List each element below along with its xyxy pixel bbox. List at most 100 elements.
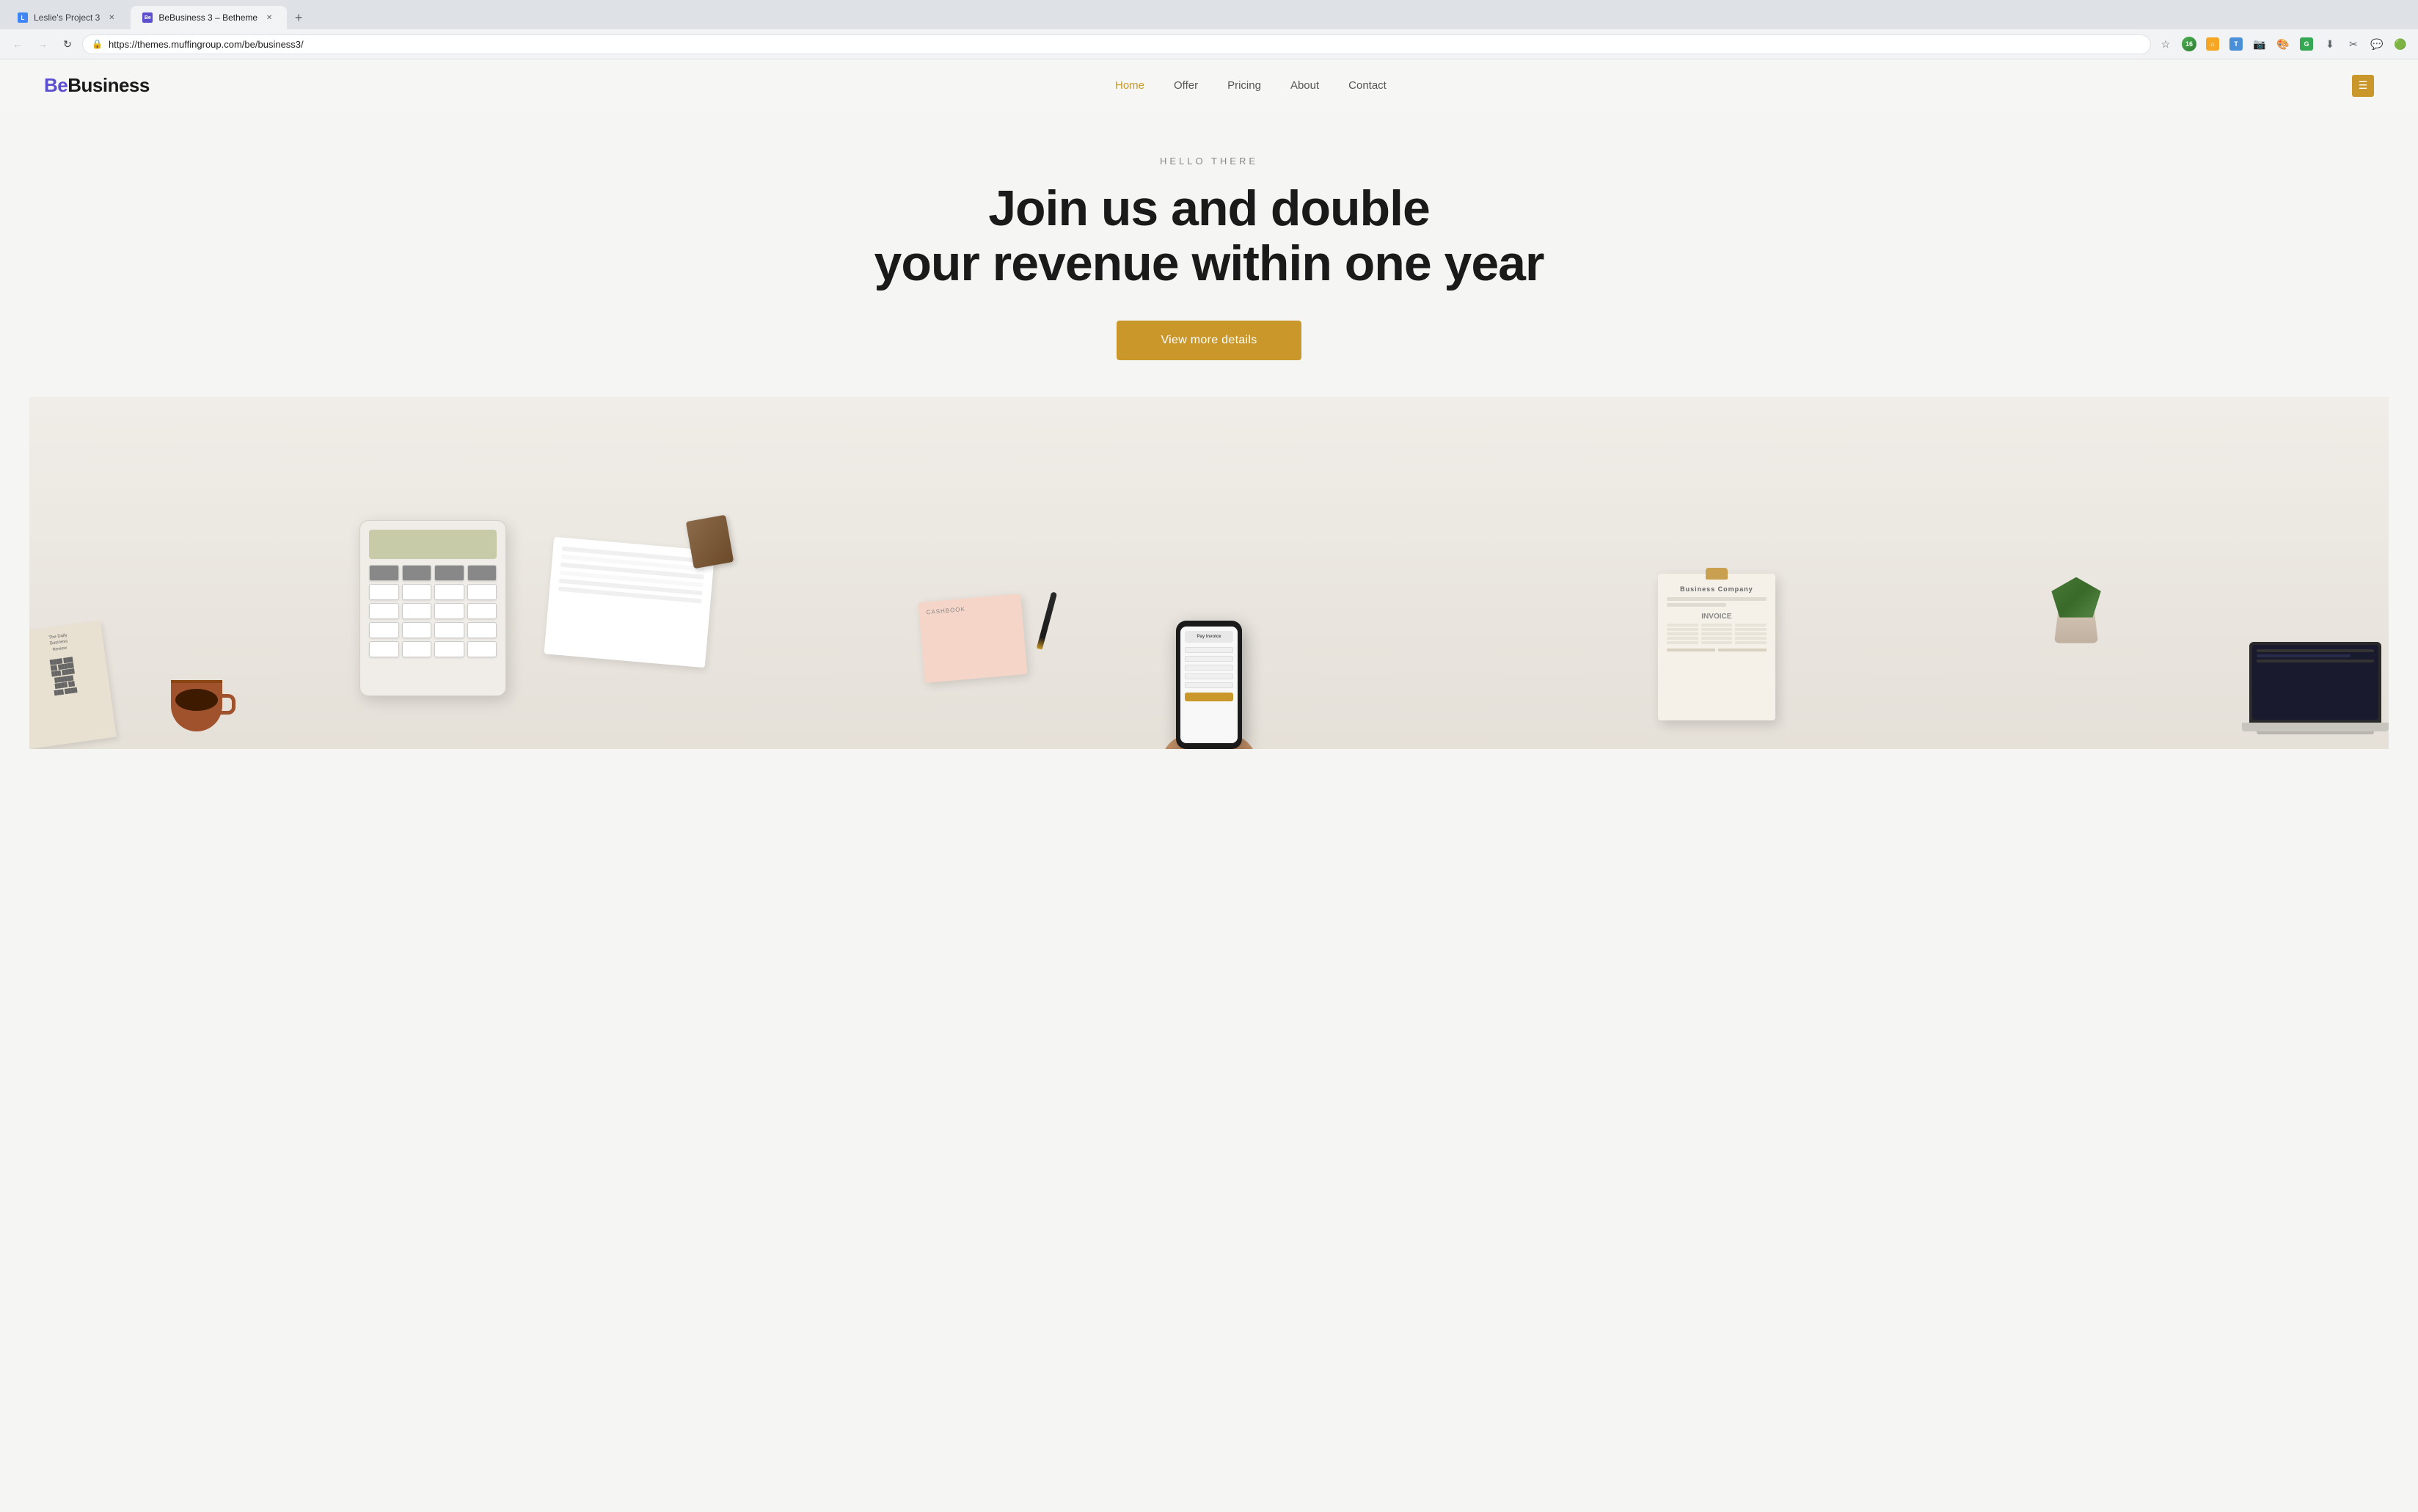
- logo-suffix: Business: [67, 74, 150, 96]
- invoice-row: [1667, 628, 1767, 631]
- invoice-title: Business Company: [1667, 585, 1767, 593]
- extension-icon-4[interactable]: 💬: [2367, 34, 2387, 54]
- plant: [2047, 577, 2105, 643]
- invoice-cell: [1667, 632, 1698, 635]
- phone-form-row: [1185, 647, 1233, 653]
- calc-btn: [402, 584, 432, 600]
- calc-btn: [434, 622, 464, 638]
- tab-2-close[interactable]: ✕: [263, 12, 275, 23]
- invoice-clipboard: Business Company INVOICE: [1658, 574, 1775, 720]
- profile-icon[interactable]: 16: [2179, 34, 2199, 54]
- nav-item-pricing[interactable]: Pricing: [1227, 79, 1261, 92]
- invoice-cell: [1667, 624, 1698, 627]
- tab-1-favicon: L: [18, 12, 28, 23]
- nav-item-home[interactable]: Home: [1115, 79, 1144, 92]
- phone-form-row: [1185, 656, 1233, 662]
- tab-1[interactable]: L Leslie's Project 3 ✕: [6, 6, 129, 29]
- clipboard-clip: [1706, 568, 1728, 580]
- laptop-line: [2257, 654, 2351, 657]
- toolbar-actions: ☆ 16 ⌂ T 📷 🎨 G ⬇ ✂ 💬 🟢: [2155, 34, 2411, 54]
- extension-icon-1[interactable]: ⌂: [2202, 34, 2223, 54]
- logo-prefix: Be: [44, 74, 67, 96]
- wood-block: [686, 515, 734, 569]
- extension-icon-puzzle[interactable]: G: [2296, 34, 2317, 54]
- calc-btn: [434, 584, 464, 600]
- cashbook-body: CASHBOOK: [918, 594, 1028, 683]
- download-icon[interactable]: ⬇: [2320, 34, 2340, 54]
- hero-image: The DailyBusinessReview ████ ███ ██ ████…: [29, 397, 2389, 749]
- tab-1-label: Leslie's Project 3: [34, 12, 100, 23]
- newspaper: The DailyBusinessReview ████ ███ ██ ████…: [29, 620, 117, 748]
- extension-icon-camera[interactable]: 📷: [2249, 34, 2270, 54]
- hero-cta-button[interactable]: View more details: [1117, 321, 1301, 360]
- invoice-line: [1667, 603, 1727, 607]
- bookmark-star-icon[interactable]: ☆: [2155, 34, 2176, 54]
- invoice-cell: [1667, 641, 1698, 644]
- tab-2-favicon: Be: [142, 12, 153, 23]
- calculator-buttons: [369, 565, 497, 657]
- website-content: BeBusiness Home Offer Pricing About Cont…: [0, 59, 2418, 1512]
- tab-2-label: BeBusiness 3 – Betheme: [158, 12, 257, 23]
- calc-btn: [467, 641, 497, 657]
- tab-2[interactable]: Be BeBusiness 3 – Betheme ✕: [131, 6, 287, 29]
- calc-btn: [369, 603, 399, 619]
- invoice-cell: [1735, 628, 1767, 631]
- extension-icon-2[interactable]: T: [2226, 34, 2246, 54]
- calculator-screen: [369, 530, 497, 559]
- tab-1-close[interactable]: ✕: [106, 12, 117, 23]
- calc-btn: [467, 565, 497, 581]
- coffee-cup-body: [171, 680, 222, 731]
- laptop-line: [2257, 649, 2374, 652]
- papers: [544, 536, 715, 668]
- hero-title-line2: your revenue within one year: [874, 235, 1544, 291]
- invoice-cell: [1735, 637, 1767, 640]
- coffee-cup: [171, 680, 222, 731]
- hero-section: HELLO THERE Join us and double your reve…: [0, 112, 2418, 749]
- laptop-content: [2252, 645, 2378, 669]
- calc-btn: [369, 641, 399, 657]
- calc-btn: [369, 584, 399, 600]
- back-button[interactable]: ←: [7, 34, 28, 54]
- invoice-cell: [1701, 624, 1733, 627]
- invoice-cell: [1735, 641, 1767, 644]
- hero-title: Join us and double your revenue within o…: [29, 181, 2389, 291]
- forward-button[interactable]: →: [32, 34, 53, 54]
- cashbook-label: CASHBOOK: [927, 605, 966, 616]
- invoice-cell: [1701, 637, 1733, 640]
- new-tab-button[interactable]: +: [288, 7, 309, 28]
- nav-item-about[interactable]: About: [1290, 79, 1319, 92]
- calc-btn: [434, 641, 464, 657]
- invoice-row: [1667, 637, 1767, 640]
- calc-btn: [369, 622, 399, 638]
- invoice-cell: [1701, 628, 1733, 631]
- phone-device: Pay Invoice: [1176, 621, 1242, 749]
- invoice-cell: [1701, 641, 1733, 644]
- coffee-liquid: [175, 689, 218, 711]
- invoice-totals: [1667, 649, 1767, 651]
- hero-title-line1: Join us and double: [988, 180, 1430, 236]
- coffee-handle: [221, 694, 235, 715]
- nav-item-contact[interactable]: Contact: [1348, 79, 1387, 92]
- phone-screen: Pay Invoice: [1180, 627, 1238, 743]
- laptop-keyboard: [2242, 723, 2389, 731]
- nav-extra-button[interactable]: ☰: [2352, 75, 2374, 97]
- extension-icon-color[interactable]: 🎨: [2273, 34, 2293, 54]
- phone-hand: Pay Invoice: [1176, 621, 1242, 749]
- address-bar[interactable]: 🔒 https://themes.muffingroup.com/be/busi…: [82, 34, 2151, 54]
- invoice-total-row: [1667, 649, 1767, 651]
- invoice-cell: [1701, 632, 1733, 635]
- pen: [1037, 592, 1057, 650]
- invoice-cell: [1735, 624, 1767, 627]
- extension-icon-3[interactable]: ✂: [2343, 34, 2364, 54]
- reload-button[interactable]: ↻: [57, 34, 78, 54]
- extension-icon-5[interactable]: 🟢: [2390, 34, 2411, 54]
- nav-item-offer[interactable]: Offer: [1174, 79, 1198, 92]
- invoice-cell: [1667, 637, 1698, 640]
- calc-btn: [402, 603, 432, 619]
- newspaper-text: The DailyBusinessReview ████ ███ ██ ████…: [29, 629, 103, 700]
- browser-tabs: L Leslie's Project 3 ✕ Be BeBusiness 3 –…: [0, 0, 2418, 29]
- invoice-body: INVOICE: [1667, 613, 1767, 651]
- invoice-cell: [1667, 628, 1698, 631]
- calc-btn: [467, 622, 497, 638]
- calc-btn: [402, 641, 432, 657]
